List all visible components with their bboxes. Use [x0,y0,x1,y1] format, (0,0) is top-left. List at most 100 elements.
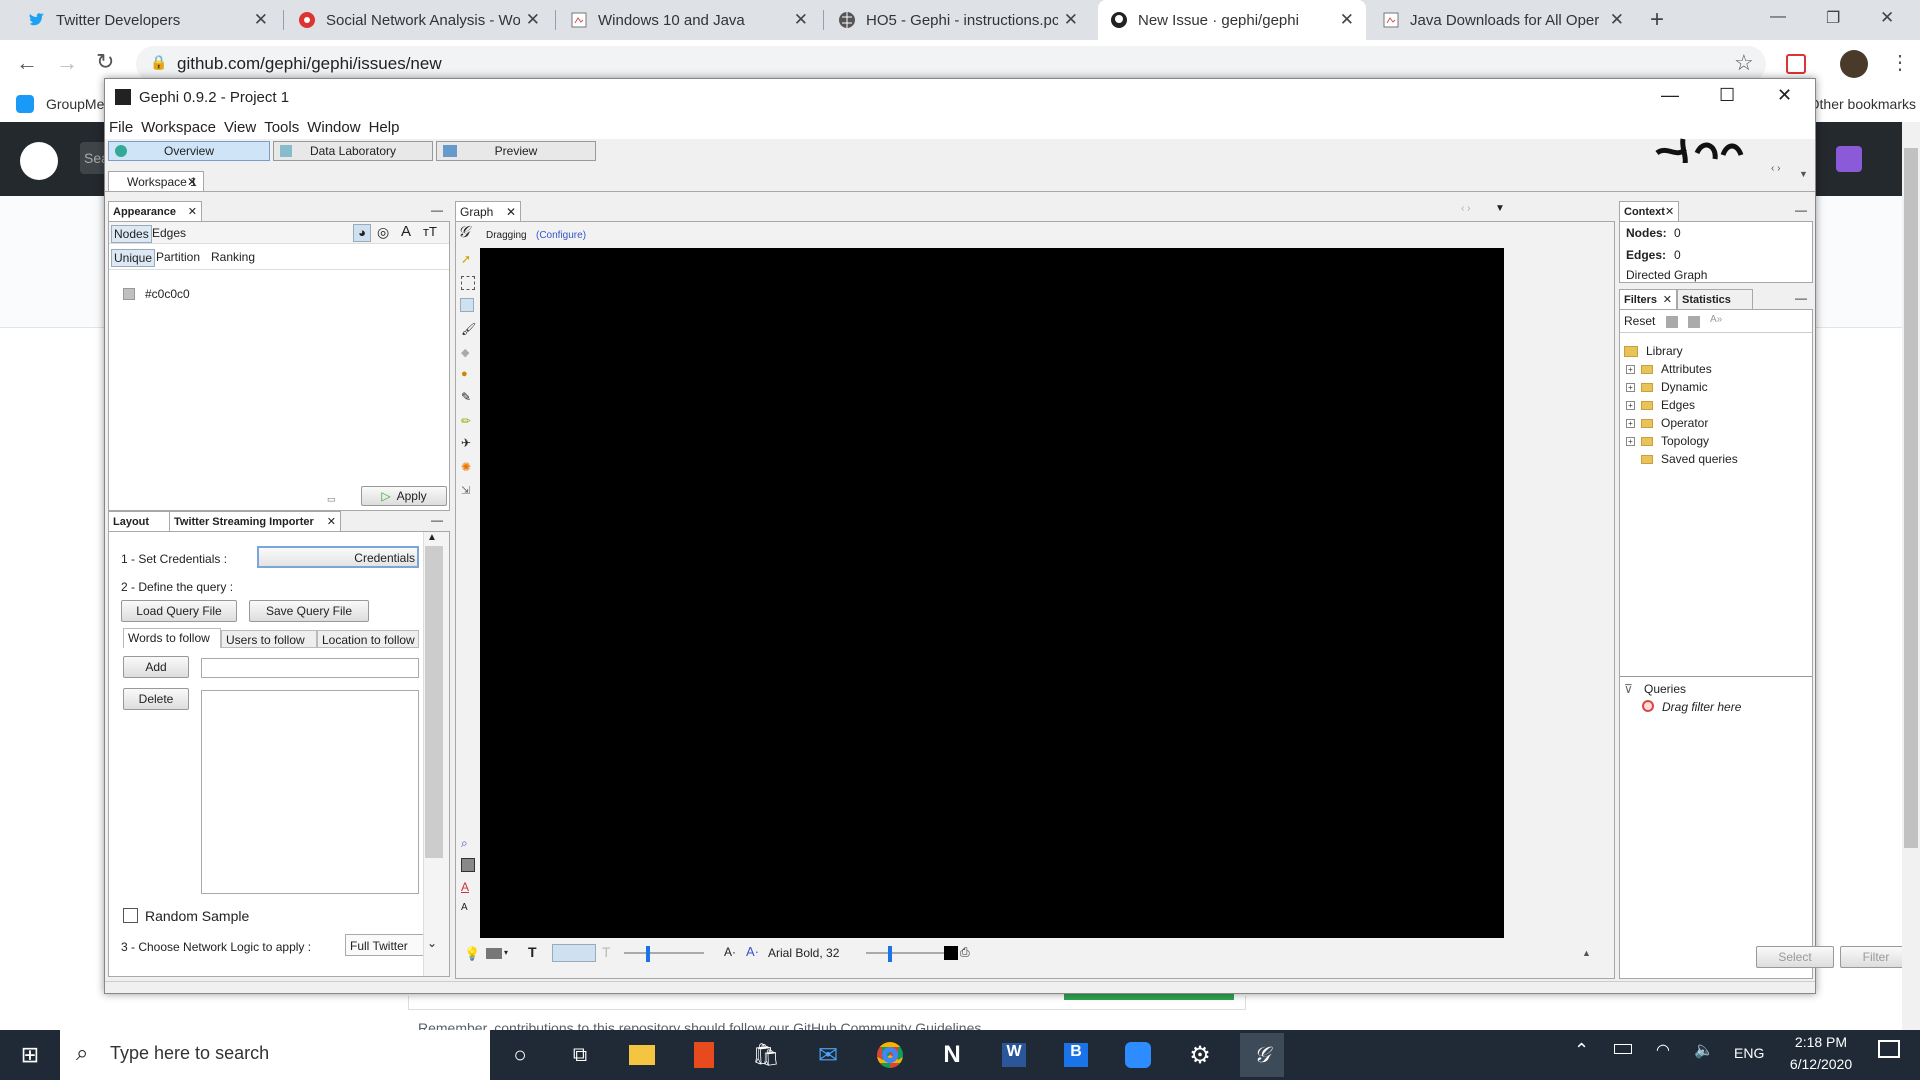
minimize-icon[interactable]: — [1770,8,1786,26]
label-color-icon[interactable]: A [401,223,411,240]
forward-icon[interactable]: → [56,50,78,76]
battery-icon[interactable] [1614,1044,1632,1054]
font-icon[interactable]: A· [746,944,759,959]
graph-canvas[interactable] [480,248,1504,938]
label-size-icon[interactable]: A [461,902,475,916]
browser-tab[interactable]: Twitter Developers ✕ [16,0,280,40]
minimize-panel-icon[interactable]: — [1795,291,1807,305]
notifications-icon[interactable] [1878,1040,1900,1058]
size-brush-icon[interactable]: ● [461,368,475,382]
menu-view[interactable]: View [222,117,262,139]
more-menu-icon[interactable]: ⋮ [1890,50,1910,75]
add-button[interactable]: Add [123,656,189,678]
close-tab-icon[interactable]: ✕ [794,10,808,30]
label-color-swatch[interactable] [944,946,958,960]
scroll-up-icon[interactable]: ▲ [427,532,437,543]
label-settings-icon[interactable]: ⎙ [960,945,970,960]
pencil-icon[interactable]: ✎ [461,390,475,404]
heat-map-icon[interactable]: ✺ [461,460,475,474]
office-icon[interactable] [682,1033,726,1077]
chrome-icon[interactable] [868,1033,912,1077]
bulb-icon[interactable]: 💡 [464,946,480,962]
scrollbar-thumb[interactable] [425,546,443,858]
reset-button[interactable]: Reset [1624,314,1655,328]
label-color-icon[interactable]: A [461,880,475,894]
mode-overview[interactable]: Overview [108,141,270,161]
text-icon[interactable]: T [528,944,537,960]
expand-icon[interactable]: + [1626,436,1635,446]
tab-filters[interactable]: Filters ✕ [1619,289,1677,309]
pointer-tool-icon[interactable]: ➚ [461,252,475,266]
credentials-button[interactable]: Credentials [257,546,419,568]
word-icon[interactable]: W [992,1033,1036,1077]
gephi-minimize-icon[interactable]: — [1661,85,1679,106]
shortest-path-icon[interactable]: ✈ [461,436,475,450]
random-sample-checkbox[interactable] [123,908,138,923]
notion-icon[interactable]: N [930,1033,974,1077]
words-list[interactable] [201,690,419,894]
browser-tab[interactable]: Social Network Analysis - Wo ✕ [286,0,552,40]
size-icon[interactable]: ◎ [377,224,389,241]
restore-icon[interactable]: ❐ [1826,8,1840,28]
save-filter-icon[interactable] [1688,316,1700,328]
gephi-maximize-icon[interactable]: ☐ [1719,85,1735,106]
edge-toggle-icon[interactable] [552,944,596,962]
tree-edges[interactable]: + Edges [1626,398,1695,412]
avatar[interactable] [1840,50,1868,78]
github-logo-icon[interactable] [20,142,58,180]
subtab-edges[interactable]: Edges [152,226,186,240]
delete-button[interactable]: Delete [123,688,189,710]
drag-tool-icon[interactable] [460,298,474,312]
close-tab-icon[interactable]: ✕ [526,10,540,30]
zoom-app-icon[interactable] [1116,1033,1160,1077]
settings-gear-icon[interactable]: ⚙ [1178,1033,1222,1077]
mode-data-laboratory[interactable]: Data Laboratory [273,141,433,161]
menu-workspace[interactable]: Workspace [139,117,222,139]
expand-icon[interactable]: + [1626,382,1635,392]
tab-context[interactable]: Context ✕ [1619,201,1679,221]
store-icon[interactable]: 🛍 [744,1033,788,1077]
expand-icon[interactable]: + [1626,364,1635,374]
close-tab-icon[interactable]: ✕ [1610,10,1624,30]
network-logic-select[interactable]: Full Twitter [345,934,425,956]
export-filter-icon[interactable] [1666,316,1678,328]
show-hidden-icons[interactable]: ⌃ [1574,1040,1589,1061]
edge-scale-slider[interactable] [624,952,704,954]
graph-nav-arrows[interactable]: ‹ › [1461,203,1470,214]
workspace-nav-arrows[interactable]: ‹ › [1771,163,1780,174]
file-explorer-icon[interactable] [620,1033,664,1077]
close-context-icon[interactable]: ✕ [1665,205,1674,218]
expand-icon[interactable]: + [1626,400,1635,410]
close-filters-icon[interactable]: ✕ [1663,293,1672,306]
tab-workspace-1[interactable]: Workspace 1 ✕ [108,171,204,191]
minimize-panel-icon[interactable]: — [431,203,443,217]
diamond-icon[interactable]: ◆ [461,346,475,360]
mode-partition[interactable]: Partition [156,250,200,264]
close-workspace-icon[interactable]: ✕ [187,175,197,189]
browser-tab[interactable]: Java Downloads for All Oper ✕ [1370,0,1636,40]
submit-issue-button[interactable] [1064,994,1234,1000]
expand-icon[interactable]: + [1626,418,1635,428]
task-view-icon[interactable]: ⧉ [558,1033,602,1077]
auto-refresh-icon[interactable]: A» [1710,314,1722,325]
tab-location-to-follow[interactable]: Location to follow [317,630,419,648]
word-input[interactable] [201,658,419,678]
volume-icon[interactable]: 🔈 [1694,1040,1714,1060]
tree-topology[interactable]: + Topology [1626,434,1709,448]
tree-library[interactable]: Library [1624,344,1683,358]
screenshot-dropdown-icon[interactable]: ▾ [504,948,508,957]
reload-icon[interactable]: ↻ [96,49,114,75]
mode-ranking[interactable]: Ranking [211,250,255,264]
edge-label-icon[interactable]: T [602,944,611,960]
browser-tab-active[interactable]: New Issue · gephi/gephi ✕ [1098,0,1366,40]
brush-icon[interactable]: 🖌 [461,322,476,336]
close-graph-icon[interactable]: ✕ [506,205,516,219]
mode-preview[interactable]: Preview [436,141,596,161]
gephi-close-icon[interactable]: ✕ [1777,85,1792,106]
auto-apply-icon[interactable]: ▭ [327,494,336,505]
slider-thumb[interactable] [888,946,892,962]
slider-thumb[interactable] [646,946,650,962]
windows-start-icon[interactable]: ⊞ [8,1033,52,1077]
new-tab-icon[interactable]: + [1650,6,1664,34]
close-icon[interactable]: ✕ [1880,8,1894,28]
